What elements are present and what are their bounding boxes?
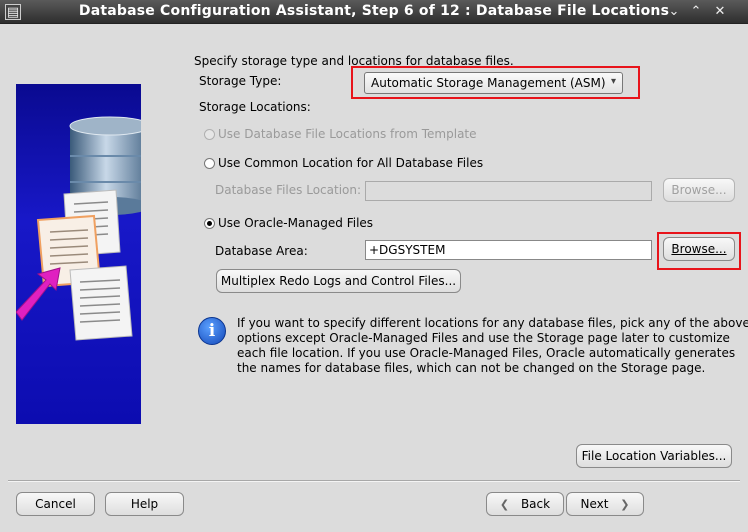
info-icon: i (198, 317, 226, 345)
storage-locations-label: Storage Locations: (199, 100, 311, 114)
footer-separator (8, 480, 740, 482)
db-files-location-field[interactable] (365, 181, 652, 201)
database-area-field[interactable]: +DGSYSTEM (365, 240, 652, 260)
option-template-label: Use Database File Locations from Templat… (218, 127, 477, 141)
file-location-variables-button[interactable]: File Location Variables... (576, 444, 732, 468)
db-files-browse-button[interactable]: Browse... (663, 178, 735, 202)
storage-type-value: Automatic Storage Management (ASM) (371, 76, 606, 90)
multiplex-redo-logs-button[interactable]: Multiplex Redo Logs and Control Files... (216, 269, 461, 293)
db-files-location-label: Database Files Location: (215, 183, 362, 197)
storage-type-label: Storage Type: (199, 74, 282, 88)
radio-common-location[interactable] (204, 158, 215, 169)
back-button-label: Back (520, 497, 551, 511)
cancel-button[interactable]: Cancel (16, 492, 95, 516)
database-area-browse-button[interactable]: Browse... (663, 237, 735, 261)
close-icon[interactable]: ✕ (712, 4, 728, 20)
back-button[interactable]: ❮ Back (486, 492, 564, 516)
database-area-label: Database Area: (215, 244, 308, 258)
info-line: options except Oracle-Managed Files and … (237, 331, 730, 345)
info-text: If you want to specify different locatio… (237, 316, 748, 376)
option-oracle-managed-label: Use Oracle-Managed Files (218, 216, 374, 230)
info-line: If you want to specify different locatio… (237, 316, 748, 330)
help-button[interactable]: Help (105, 492, 184, 516)
storage-type-select[interactable]: Automatic Storage Management (ASM) ▾ (364, 72, 623, 94)
minimize-icon[interactable]: ⌄ (666, 4, 682, 20)
info-line: each file location. If you use Oracle-Ma… (237, 346, 736, 360)
maximize-icon[interactable]: ⌃ (688, 4, 704, 20)
database-illustration (16, 84, 141, 424)
option-common-location-label: Use Common Location for All Database Fil… (218, 156, 484, 170)
database-illustration-graphic (16, 116, 141, 341)
dialog-content: Specify storage type and locations for d… (0, 24, 748, 532)
window-title: Database Configuration Assistant, Step 6… (78, 3, 670, 19)
info-line: the names for database files, which can … (237, 361, 706, 375)
next-button[interactable]: Next ❯ (566, 492, 644, 516)
next-button-label: Next (580, 497, 609, 511)
radio-oracle-managed-files[interactable] (204, 218, 215, 229)
dropdown-arrow-icon: ▾ (610, 76, 616, 87)
chevron-right-icon: ❯ (620, 498, 630, 511)
title-bar[interactable]: ▤ Database Configuration Assistant, Step… (0, 0, 748, 24)
radio-template-locations[interactable] (204, 129, 215, 140)
chevron-left-icon: ❮ (499, 498, 510, 511)
